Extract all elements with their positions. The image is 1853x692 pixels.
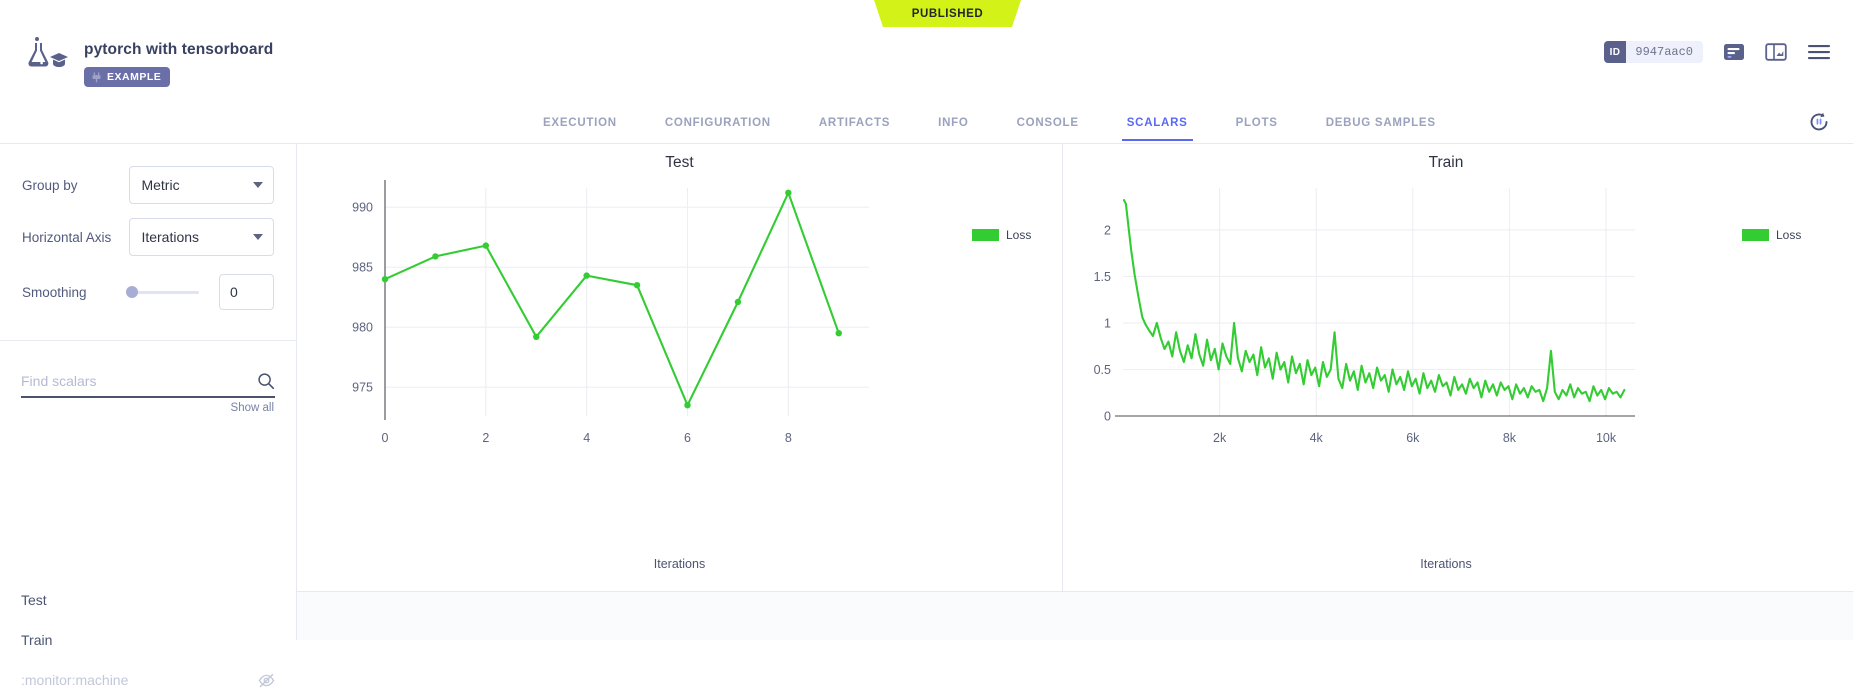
x-tick-label: 8k — [1503, 431, 1517, 445]
scalar-item-train[interactable]: Train — [21, 628, 275, 652]
y-tick-label: 980 — [352, 321, 373, 335]
hamburger-menu-icon[interactable] — [1807, 42, 1831, 62]
id-tag-label: ID — [1604, 41, 1627, 63]
title-column: pytorch with tensorboard EXAMPLE — [84, 35, 273, 87]
tab-artifacts[interactable]: ARTIFACTS — [819, 117, 890, 141]
example-badge: EXAMPLE — [84, 67, 170, 87]
x-tick-label: 10k — [1596, 431, 1617, 445]
x-tick-label: 4k — [1310, 431, 1324, 445]
y-tick-label: 990 — [352, 201, 373, 215]
x-tick-label: 6k — [1406, 431, 1420, 445]
page-title: pytorch with tensorboard — [84, 35, 273, 58]
tab-scalars[interactable]: SCALARS — [1127, 117, 1188, 141]
legend-swatch — [1742, 229, 1769, 241]
smoothing-slider[interactable] — [126, 282, 199, 302]
top-header: pytorch with tensorboard EXAMPLE — [0, 27, 1853, 102]
published-ribbon: PUBLISHED — [865, 0, 1030, 27]
smoothing-slider-thumb[interactable] — [126, 286, 138, 298]
search-icon[interactable] — [257, 372, 275, 390]
legend-label: Loss — [1006, 228, 1031, 242]
smoothing-row: Smoothing — [0, 274, 296, 310]
y-tick-label: 985 — [352, 261, 373, 275]
tab-plots[interactable]: PLOTS — [1236, 117, 1278, 141]
scalar-item-label: Train — [21, 632, 52, 648]
x-tick-label: 6 — [684, 431, 691, 445]
sidebar-divider — [0, 340, 297, 341]
y-tick-label: 0 — [1104, 410, 1111, 424]
chevron-down-icon — [253, 234, 263, 240]
experiment-id-chip: ID 9947aac0 — [1604, 41, 1703, 63]
plug-icon — [91, 72, 102, 83]
smoothing-label: Smoothing — [22, 285, 124, 300]
search-input[interactable] — [21, 366, 237, 396]
brand-block: pytorch with tensorboard EXAMPLE — [0, 27, 273, 87]
find-scalars-field — [21, 366, 275, 398]
y-tick-label: 1 — [1104, 316, 1111, 330]
scalars-sidebar: Group by Metric Horizontal Axis Iteratio… — [0, 144, 297, 640]
header-actions: ID 9947aac0 — [1604, 27, 1853, 63]
horizontal-axis-select[interactable]: Iterations — [129, 218, 274, 256]
x-tick-label: 4 — [583, 431, 590, 445]
smoothing-input[interactable] — [219, 274, 274, 310]
charts-area: Test 97598098599002468 Iterations Train … — [297, 144, 1853, 591]
x-tick-label: 0 — [382, 431, 389, 445]
x-axis-caption: Iterations — [297, 557, 1062, 571]
legend-swatch — [972, 229, 999, 241]
test-loss-line-chart[interactable]: 975 980 985 990 0 2 4 6 8 — [297, 144, 1063, 591]
tab-debug-samples[interactable]: DEBUG SAMPLES — [1326, 117, 1436, 141]
legend-label: Loss — [1776, 228, 1801, 242]
tab-info[interactable]: INFO — [938, 117, 968, 141]
logs-icon[interactable] — [1723, 41, 1745, 63]
legend-test[interactable]: Loss — [972, 228, 1031, 242]
chart-panel-test[interactable]: Test 97598098599002468 Iterations — [297, 144, 1063, 591]
x-tick-label: 8 — [785, 431, 792, 445]
experiment-flask-icon — [22, 35, 68, 75]
y-tick-label: 0.5 — [1094, 363, 1111, 377]
train-loss-line-chart[interactable]: 0 0.5 1 1.5 2 2k 4k 6k 8k 10k — [1063, 144, 1829, 591]
horizontal-axis-label: Horizontal Axis — [22, 230, 129, 245]
scalar-item-label: :monitor:machine — [21, 672, 128, 688]
scalar-item-monitor-machine[interactable]: :monitor:machine — [21, 668, 275, 692]
group-by-label: Group by — [22, 178, 129, 193]
x-tick-label: 2 — [482, 431, 489, 445]
compare-view-icon[interactable] — [1765, 41, 1787, 63]
legend-train[interactable]: Loss — [1742, 228, 1801, 242]
y-tick-label: 2 — [1104, 223, 1111, 237]
horizontal-axis-value: Iterations — [141, 229, 199, 245]
experiment-id-value: 9947aac0 — [1626, 45, 1703, 59]
eye-off-icon[interactable] — [258, 672, 275, 689]
tab-execution[interactable]: EXECUTION — [543, 117, 617, 141]
tab-console[interactable]: CONSOLE — [1017, 117, 1079, 141]
group-by-select[interactable]: Metric — [129, 166, 274, 204]
auto-refresh-paused-icon[interactable] — [1807, 110, 1831, 134]
y-tick-label: 975 — [352, 381, 373, 395]
x-tick-label: 2k — [1213, 431, 1227, 445]
example-badge-label: EXAMPLE — [107, 71, 161, 83]
y-tick-label: 1.5 — [1094, 270, 1111, 284]
show-all-link[interactable]: Show all — [231, 402, 274, 414]
scalar-item-test[interactable]: Test — [21, 588, 275, 612]
group-by-value: Metric — [141, 177, 179, 193]
chevron-down-icon — [253, 182, 263, 188]
horizontal-axis-row: Horizontal Axis Iterations — [0, 218, 296, 256]
chart-panel-train[interactable]: Train 00.511.522k4k6k8k10k Iterations — [1063, 144, 1829, 591]
tab-bar: EXECUTION CONFIGURATION ARTIFACTS INFO C… — [0, 102, 1853, 144]
tab-configuration[interactable]: CONFIGURATION — [665, 117, 771, 141]
x-axis-caption: Iterations — [1063, 557, 1829, 571]
group-by-row: Group by Metric — [0, 166, 296, 204]
scalar-item-label: Test — [21, 592, 47, 608]
bottom-strip — [297, 591, 1853, 640]
published-label: PUBLISHED — [912, 8, 983, 20]
